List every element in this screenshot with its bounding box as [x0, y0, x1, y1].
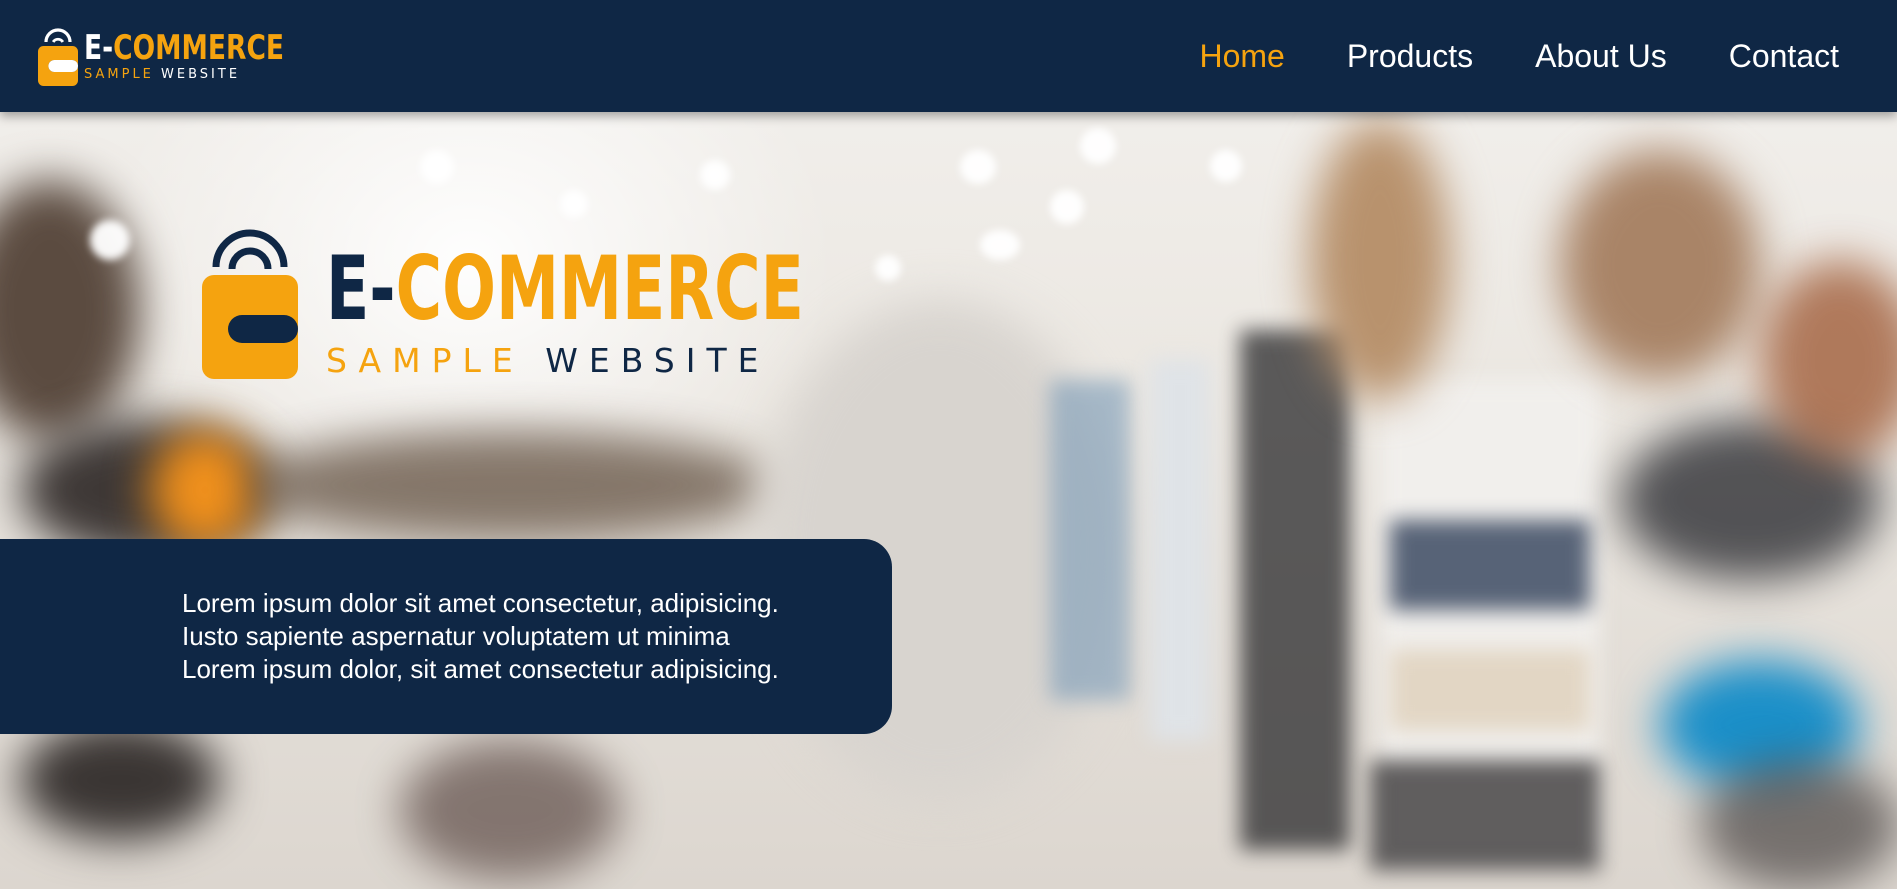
nav-contact-link[interactable]: Contact [1729, 36, 1839, 76]
hero-brand-wordmark: E-COMMERCE [326, 244, 804, 333]
shopping-bag-icon [38, 28, 78, 86]
hero-brand-sub-left: SAMPLE [326, 340, 524, 380]
main-nav: Home Products About Us Contact [1199, 36, 1839, 76]
hero-logo: E-COMMERCE SAMPLE WEBSITE [200, 222, 804, 384]
nav-about-link[interactable]: About Us [1535, 36, 1667, 76]
hero-description-box: Lorem ipsum dolor sit amet consectetur, … [0, 539, 892, 734]
nav-home-link[interactable]: Home [1199, 36, 1284, 76]
hero-brand-main: COMMERCE [395, 236, 804, 340]
shopping-bag-icon [202, 229, 298, 379]
header-brand-wordmark: E-COMMERCE [84, 27, 284, 68]
description-line: Lorem ipsum dolor, sit amet consectetur … [182, 654, 779, 684]
nav-products-link[interactable]: Products [1347, 36, 1473, 76]
top-navbar: E-COMMERCE SAMPLE WEBSITE Home Products … [0, 0, 1897, 112]
header-brand-sub-right: WEBSITE [161, 66, 241, 82]
hero-brand-subtitle: SAMPLE WEBSITE [326, 341, 769, 380]
header-brand-prefix: E- [84, 27, 114, 68]
hero-description: Lorem ipsum dolor sit amet consectetur, … [182, 587, 872, 686]
description-line: Lorem ipsum dolor sit amet consectetur, … [182, 588, 779, 618]
header-brand-sub-left: SAMPLE [84, 66, 154, 82]
hero-brand-prefix: E- [326, 236, 396, 340]
hero-background-image [0, 0, 1897, 889]
description-line: Iusto sapiente aspernatur voluptatem ut … [182, 621, 730, 651]
header-brand-main: COMMERCE [113, 27, 285, 68]
header-brand-subtitle: SAMPLE WEBSITE [84, 67, 254, 82]
hero-brand-sub-right: WEBSITE [545, 340, 770, 380]
header-logo[interactable]: E-COMMERCE SAMPLE WEBSITE [38, 24, 284, 88]
